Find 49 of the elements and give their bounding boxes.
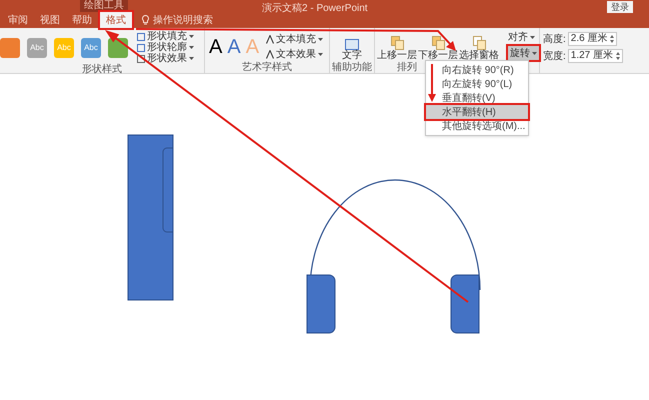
alt-text-button[interactable]: 文字 xyxy=(342,39,362,61)
arrange-button[interactable]: 上移一层 xyxy=(377,36,417,61)
group-label: 辅助功能 xyxy=(332,62,372,73)
ribbon-command[interactable]: 文本填充 xyxy=(266,34,324,45)
caret-icon xyxy=(532,52,537,54)
earcup-shape xyxy=(306,274,336,334)
lightbulb-icon xyxy=(142,15,149,25)
ribbon-command[interactable]: 文本效果 xyxy=(266,49,324,60)
wordart-sample[interactable]: A xyxy=(227,37,241,57)
size-field[interactable]: 2.6 厘米 xyxy=(568,32,618,46)
ribbon-tab[interactable]: 视图 xyxy=(36,12,64,28)
window-title: 演示文稿2 - PowerPoint xyxy=(262,2,368,16)
menu-item[interactable]: 水平翻转(H) xyxy=(426,105,528,119)
ribbon-tab[interactable]: 格式 xyxy=(100,12,132,28)
menu-item[interactable]: 其他旋转选项(M)... xyxy=(426,119,528,133)
caret-icon xyxy=(189,35,194,38)
caret-icon xyxy=(318,38,324,41)
caret-icon xyxy=(530,36,535,39)
rotate-button[interactable]: 旋转 xyxy=(508,46,539,60)
ribbon-command[interactable]: 形状轮廓 xyxy=(137,42,194,53)
ribbon-tab[interactable]: 审阅 xyxy=(4,12,32,28)
size-label: 宽度: xyxy=(543,50,566,62)
align-button[interactable]: 对齐 xyxy=(508,32,539,43)
caret-icon xyxy=(189,46,194,49)
ribbon-command[interactable]: 形状填充 xyxy=(137,31,194,42)
wordart-sample[interactable]: A xyxy=(209,37,222,57)
menu-item[interactable]: 垂直翻转(V) xyxy=(426,91,528,105)
sign-in-button[interactable]: 登录 xyxy=(607,1,633,13)
menu-item[interactable]: 向左旋转 90°(L) xyxy=(426,77,528,91)
earcup-shape xyxy=(450,274,480,334)
menu-item[interactable]: 向右旋转 90°(R) xyxy=(426,63,528,77)
ribbon-command[interactable]: 形状效果 xyxy=(137,53,194,64)
layers-icon xyxy=(472,36,486,50)
caret-icon xyxy=(189,57,194,60)
picture-frame-icon xyxy=(345,39,359,50)
layers-icon xyxy=(390,36,404,50)
group-label: 艺术字样式 xyxy=(242,62,292,73)
spinner-icon xyxy=(610,35,614,43)
spinner-icon xyxy=(616,52,620,60)
tell-me-search[interactable]: 操作说明搜索 xyxy=(153,12,213,28)
context-tab-label: 绘图工具 xyxy=(80,0,128,12)
caret-icon xyxy=(318,53,324,56)
style-swatch[interactable] xyxy=(0,38,20,58)
size-label: 高度: xyxy=(543,34,566,44)
layers-icon xyxy=(432,36,444,50)
ribbon-tab[interactable]: 帮助 xyxy=(68,12,96,28)
group-label: 形状样式 xyxy=(82,64,122,75)
group-label: 排列 xyxy=(397,62,417,73)
size-field[interactable]: 1.27 厘米 xyxy=(568,49,624,63)
